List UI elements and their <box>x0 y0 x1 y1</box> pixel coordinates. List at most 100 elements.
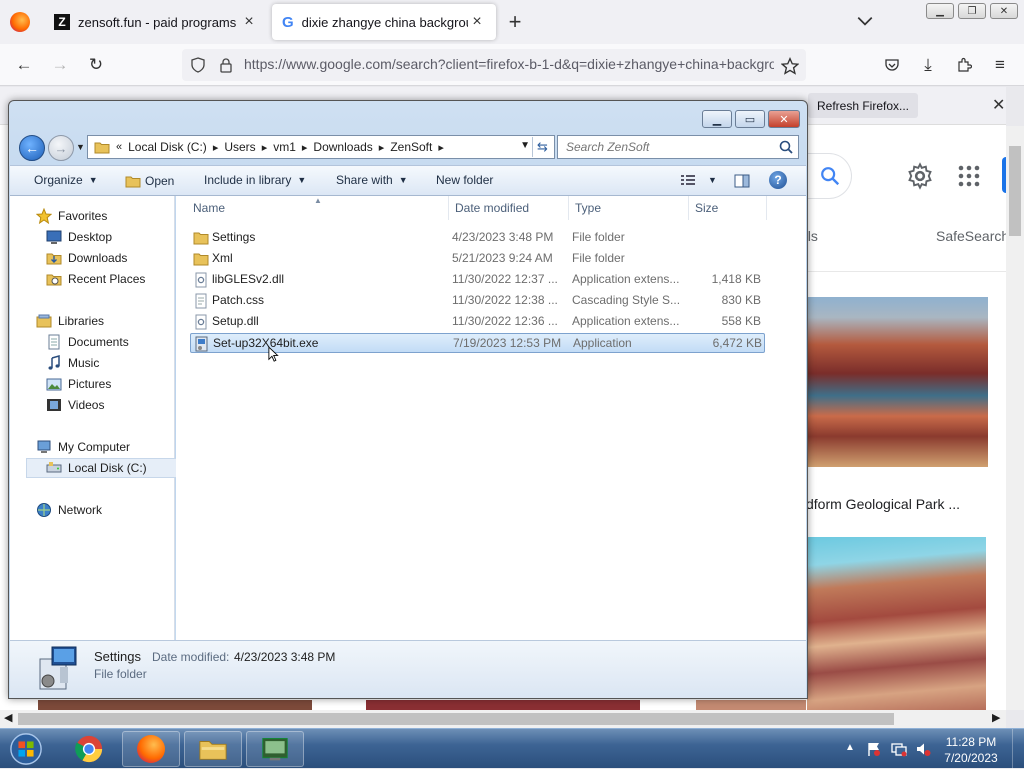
column-header-size[interactable]: Size <box>689 196 767 220</box>
shield-icon[interactable] <box>190 57 206 73</box>
safesearch-button[interactable]: SafeSearch <box>936 228 1006 244</box>
nav-network[interactable]: Network <box>36 500 102 520</box>
nav-favorites[interactable]: Favorites <box>36 206 107 226</box>
close-notification-icon[interactable]: ✕ <box>992 95 1005 115</box>
new-tab-icon[interactable]: + <box>504 9 526 34</box>
column-header-type[interactable]: Type <box>569 196 689 220</box>
show-hidden-icons-icon[interactable]: ▲ <box>845 742 855 753</box>
browser-minimize-button[interactable]: ▁ <box>926 3 954 19</box>
result-image[interactable] <box>38 700 312 710</box>
back-icon[interactable]: ← <box>12 53 36 77</box>
nav-documents[interactable]: Documents <box>46 332 129 352</box>
search-icon[interactable] <box>778 139 794 155</box>
forward-icon[interactable]: → <box>48 53 72 77</box>
downloads-icon[interactable]: ⤓ <box>916 53 940 77</box>
volume-muted-icon[interactable] <box>915 741 931 757</box>
result-image[interactable] <box>807 297 988 467</box>
taskbar-explorer[interactable] <box>184 731 242 767</box>
share-with-button[interactable]: Share with ▼ <box>336 173 408 187</box>
nav-local-disk[interactable]: Local Disk (C:) <box>26 458 182 478</box>
search-box[interactable] <box>557 135 799 159</box>
extensions-icon[interactable] <box>956 57 972 73</box>
bookmark-star-icon[interactable] <box>781 57 799 75</box>
recent-pages-dropdown[interactable]: ▼ <box>76 142 85 152</box>
system-clock[interactable]: 11:28 PM 7/20/2023 <box>936 734 1006 766</box>
chevron-right-icon[interactable]: ▸ <box>379 141 385 154</box>
scroll-right-icon[interactable]: ▶ <box>992 711 1000 724</box>
file-row[interactable]: Xml 5/21/2023 9:24 AM File folder <box>190 249 765 269</box>
google-apps-icon[interactable] <box>957 164 981 188</box>
forward-button[interactable]: → <box>48 135 74 161</box>
close-tab-icon[interactable]: × <box>468 13 486 31</box>
taskbar-firefox[interactable] <box>122 731 180 767</box>
result-image[interactable] <box>807 537 986 710</box>
browser-restore-button[interactable]: ❐ <box>958 3 986 19</box>
preview-pane-icon[interactable] <box>734 173 750 189</box>
browser-close-button[interactable]: ✕ <box>990 3 1018 19</box>
file-row[interactable]: Settings 4/23/2023 3:48 PM File folder <box>190 228 765 248</box>
breadcrumb-local-disk[interactable]: Local Disk (C:) <box>128 140 207 154</box>
explorer-maximize-button[interactable]: ▭ <box>735 110 765 128</box>
pocket-icon[interactable] <box>884 57 900 73</box>
explorer-minimize-button[interactable]: ▁ <box>702 110 732 128</box>
back-button[interactable]: ← <box>19 135 45 161</box>
nav-pictures[interactable]: Pictures <box>46 374 111 394</box>
horizontal-scrollbar[interactable]: ◀ ▶ <box>0 710 1006 728</box>
nav-music[interactable]: Music <box>46 353 99 373</box>
show-desktop-button[interactable] <box>1012 729 1024 769</box>
column-header-date[interactable]: Date modified <box>449 196 569 220</box>
chevron-right-icon[interactable]: ▸ <box>213 141 219 154</box>
include-in-library-button[interactable]: Include in library ▼ <box>204 173 306 187</box>
reload-icon[interactable]: ↻ <box>84 53 108 77</box>
result-caption[interactable]: dform Geological Park ... <box>806 496 960 512</box>
taskbar-installer[interactable] <box>246 731 304 767</box>
vertical-scrollbar[interactable] <box>1006 126 1024 710</box>
tab-google-search[interactable]: G dixie zhangye china background × <box>272 4 496 40</box>
nav-videos[interactable]: Videos <box>46 395 104 415</box>
breadcrumb-zensoft[interactable]: ZenSoft <box>390 140 432 154</box>
hamburger-menu-icon[interactable]: ≡ <box>988 53 1012 77</box>
tab-zensoft[interactable]: Z zensoft.fun - paid programs for free × <box>44 4 268 40</box>
address-dropdown-icon[interactable]: ▼ <box>520 140 530 151</box>
close-tab-icon[interactable]: × <box>240 13 258 31</box>
nav-downloads[interactable]: Downloads <box>46 248 127 268</box>
new-folder-button[interactable]: New folder <box>436 173 493 187</box>
firefox-menu-icon[interactable] <box>10 12 30 32</box>
open-button[interactable]: Open <box>125 173 174 189</box>
gear-icon[interactable] <box>906 162 934 190</box>
file-row[interactable]: Patch.css 11/30/2022 12:38 ... Cascading… <box>190 291 765 311</box>
nav-desktop[interactable]: Desktop <box>46 227 112 247</box>
help-icon[interactable]: ? <box>769 171 787 189</box>
scroll-left-icon[interactable]: ◀ <box>4 711 12 724</box>
search-input[interactable] <box>564 137 774 157</box>
change-view-button[interactable]: ▼ <box>680 172 717 188</box>
chevron-right-icon[interactable]: ▸ <box>262 141 268 154</box>
nav-my-computer[interactable]: My Computer <box>36 437 130 457</box>
breadcrumb-downloads[interactable]: Downloads <box>313 140 372 154</box>
chevron-down-icon[interactable] <box>856 12 874 30</box>
explorer-close-button[interactable]: ✕ <box>768 110 800 128</box>
file-row[interactable]: libGLESv2.dll 11/30/2022 12:37 ... Appli… <box>190 270 765 290</box>
lock-icon[interactable] <box>218 57 234 73</box>
scrollbar-thumb[interactable] <box>18 713 894 725</box>
result-image[interactable] <box>696 700 806 710</box>
url-bar[interactable]: https://www.google.com/search?client=fir… <box>182 49 806 81</box>
taskbar-chrome[interactable] <box>60 731 118 767</box>
start-button[interactable] <box>4 729 48 769</box>
chevron-right-icon[interactable]: ▸ <box>302 141 308 154</box>
breadcrumb-overflow-icon[interactable]: « <box>116 141 122 153</box>
chevron-right-icon[interactable]: ▸ <box>438 141 444 154</box>
breadcrumb-vm1[interactable]: vm1 <box>273 140 296 154</box>
action-center-flag-icon[interactable] <box>866 741 882 757</box>
scrollbar-thumb[interactable] <box>1009 146 1021 236</box>
address-bar[interactable]: « Local Disk (C:) ▸ Users ▸ vm1 ▸ Downlo… <box>87 135 555 159</box>
result-image[interactable] <box>366 700 640 710</box>
refresh-icon[interactable]: ⇆ <box>532 137 552 157</box>
organize-button[interactable]: Organize ▼ <box>34 173 98 187</box>
file-row[interactable]: Setup.dll 11/30/2022 12:36 ... Applicati… <box>190 312 765 332</box>
network-status-icon[interactable] <box>891 741 907 757</box>
breadcrumb-users[interactable]: Users <box>224 140 255 154</box>
nav-libraries[interactable]: Libraries <box>36 311 104 331</box>
nav-recent-places[interactable]: Recent Places <box>46 269 145 289</box>
refresh-firefox-button[interactable]: Refresh Firefox... <box>808 93 918 118</box>
